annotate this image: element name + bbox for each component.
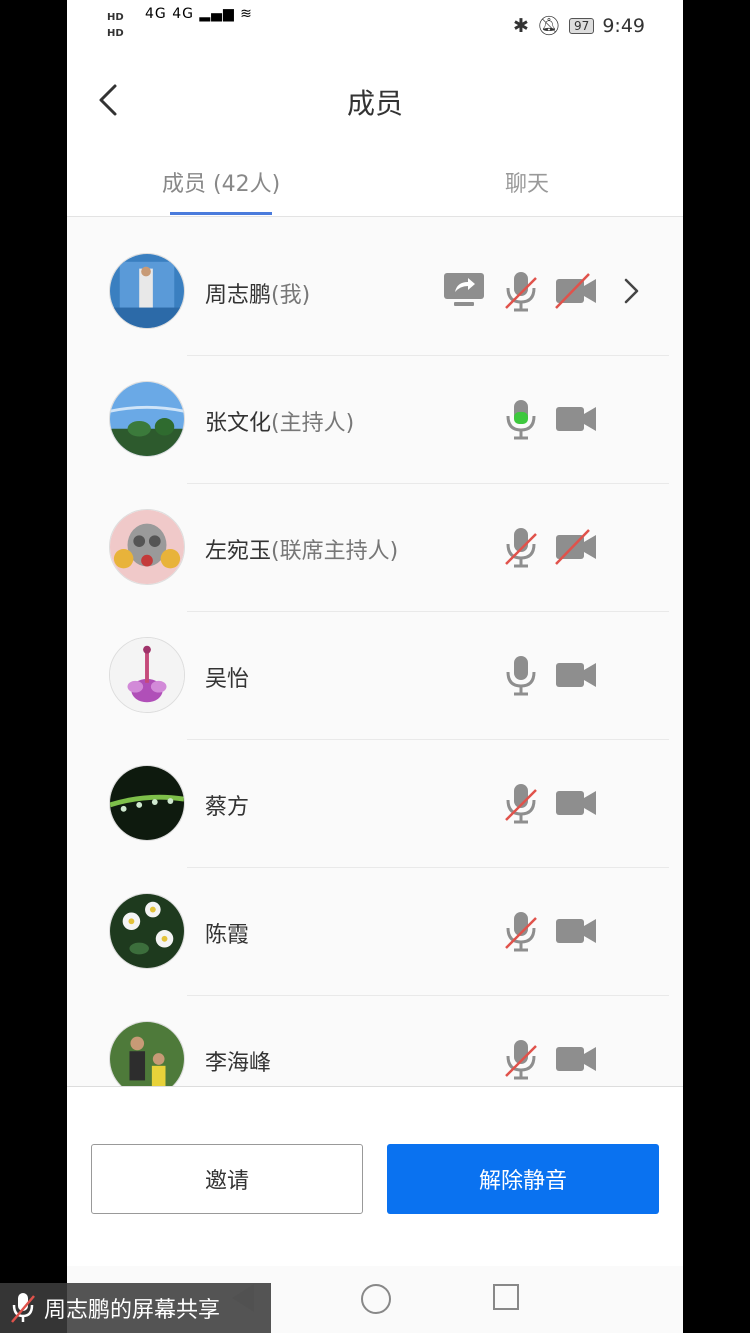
- member-row[interactable]: 吴怡: [67, 612, 683, 740]
- avatar: [109, 381, 185, 457]
- clock: 9:49: [602, 14, 645, 37]
- network-label: 4G 4G: [145, 6, 194, 22]
- signal-icon: 4G 4G ▂▄▆ ≋: [145, 6, 253, 22]
- avatar: [109, 1021, 185, 1086]
- chevron-right-icon[interactable]: [617, 272, 647, 310]
- page-title: 成员: [346, 87, 403, 120]
- camera-off-icon[interactable]: [553, 268, 599, 314]
- camera-off-icon[interactable]: [553, 524, 599, 570]
- member-name: 蔡方: [205, 789, 249, 821]
- avatar-image: [110, 382, 184, 456]
- screen-share-banner: 周志鹏的屏幕共享: [0, 1283, 271, 1333]
- tab-members[interactable]: 成员 (42人): [162, 166, 280, 198]
- member-row[interactable]: 周志鹏(我): [67, 228, 683, 356]
- mic-muted-icon[interactable]: [498, 780, 544, 826]
- mic-muted-icon[interactable]: [498, 268, 544, 314]
- avatar-image: [110, 1022, 184, 1086]
- hd-badge-2: HD: [107, 28, 124, 39]
- member-row[interactable]: 李海峰: [67, 996, 683, 1086]
- camera-icon[interactable]: [553, 652, 599, 698]
- avatar: [109, 637, 185, 713]
- mic-icon[interactable]: [498, 652, 544, 698]
- bell-off-icon: 🔕︎: [536, 15, 562, 37]
- member-name: 周志鹏(我): [205, 277, 310, 309]
- member-name: 左宛玉(联席主持人): [205, 533, 398, 565]
- mic-muted-icon[interactable]: [498, 908, 544, 954]
- member-name-text: 周志鹏: [205, 283, 272, 308]
- member-name-text: 李海峰: [205, 1051, 272, 1076]
- avatar: [109, 765, 185, 841]
- member-row[interactable]: 陈霞: [67, 868, 683, 996]
- tab-chat[interactable]: 聊天: [505, 166, 549, 198]
- nav-recents-icon[interactable]: [493, 1284, 519, 1310]
- nav-home-icon[interactable]: [361, 1284, 391, 1314]
- member-role: (联席主持人): [271, 539, 399, 564]
- hd-badge-1: HD: [107, 12, 124, 23]
- share-banner-text: 周志鹏的屏幕共享: [44, 1298, 221, 1323]
- avatar-image: [110, 510, 184, 584]
- status-left: HD HD: [107, 10, 124, 42]
- member-role: (主持人): [271, 411, 355, 436]
- member-name: 张文化(主持人): [205, 405, 354, 437]
- member-name: 李海峰: [205, 1045, 271, 1077]
- member-name-text: 吴怡: [205, 667, 250, 692]
- member-name-text: 张文化: [205, 411, 272, 436]
- tab-active-indicator: [170, 212, 272, 215]
- avatar-image: [110, 638, 184, 712]
- member-name: 吴怡: [205, 661, 249, 693]
- camera-icon[interactable]: [553, 908, 599, 954]
- mic-active-icon[interactable]: [498, 396, 544, 442]
- member-name: 陈霞: [205, 917, 249, 949]
- avatar-image: [110, 894, 184, 968]
- member-name-text: 陈霞: [205, 923, 250, 948]
- member-row[interactable]: 蔡方: [67, 740, 683, 868]
- member-role: (我): [271, 283, 311, 308]
- member-row[interactable]: 左宛玉(联席主持人): [67, 484, 683, 612]
- invite-button[interactable]: 邀请: [91, 1144, 363, 1214]
- mic-muted-icon: [11, 1293, 35, 1323]
- unmute-button[interactable]: 解除静音: [387, 1144, 659, 1214]
- avatar: [109, 893, 185, 969]
- status-right: ✱ 🔕︎ 97 9:49: [513, 14, 645, 38]
- member-name-text: 蔡方: [205, 795, 250, 820]
- avatar-image: [110, 766, 184, 840]
- camera-icon[interactable]: [553, 780, 599, 826]
- avatar: [109, 509, 185, 585]
- app-screen: HD HD 4G 4G ▂▄▆ ≋ ✱ 🔕︎ 97 9:49 成员 成员 (42…: [67, 0, 683, 1333]
- mic-muted-icon[interactable]: [498, 524, 544, 570]
- footer-actions: 邀请 解除静音: [67, 1086, 683, 1267]
- bluetooth-icon: ✱: [513, 14, 529, 37]
- status-bar: HD HD 4G 4G ▂▄▆ ≋ ✱ 🔕︎ 97 9:49: [67, 0, 683, 52]
- screen-share-icon: [441, 268, 487, 314]
- avatar: [109, 253, 185, 329]
- member-list[interactable]: 周志鹏(我) 张文化(主持人) 左宛玉(联席主持人) 吴怡 蔡方 陈霞 李海峰: [67, 228, 683, 1086]
- header: 成员: [67, 52, 683, 148]
- tab-bar: 成员 (42人) 聊天: [67, 148, 683, 217]
- member-row[interactable]: 张文化(主持人): [67, 356, 683, 484]
- member-name-text: 左宛玉: [205, 539, 272, 564]
- camera-icon[interactable]: [553, 1036, 599, 1082]
- battery-indicator: 97: [569, 17, 595, 34]
- mic-muted-icon[interactable]: [498, 1036, 544, 1082]
- camera-icon[interactable]: [553, 396, 599, 442]
- avatar-image: [110, 254, 184, 328]
